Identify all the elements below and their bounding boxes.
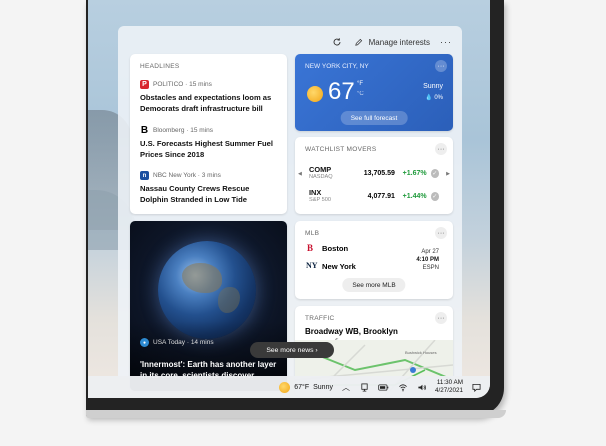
watchlist-symbol-block: INX S&P 500 bbox=[309, 187, 356, 204]
politico-icon: P bbox=[140, 80, 149, 89]
headline-title: Nassau County Crews Rescue Dolphin Stran… bbox=[140, 184, 250, 204]
weather-temperature: 67 bbox=[328, 78, 355, 105]
headline-source-text: Bloomberg · 15 mins bbox=[153, 127, 213, 134]
refresh-icon[interactable] bbox=[331, 36, 343, 48]
watchlist-symbol-block: COMP NASDAQ bbox=[309, 164, 356, 181]
manage-interests-label: Manage interests bbox=[368, 37, 430, 47]
usa-today-icon: ● bbox=[140, 338, 149, 347]
watchlist-card: WATCHLIST MOVERS ··· ◀ ▶ COMP NASDAQ 13,… bbox=[295, 137, 453, 214]
see-more-mlb-button[interactable]: See more MLB bbox=[342, 278, 406, 292]
weather-condition: Sunny bbox=[423, 83, 443, 90]
mlb-more-button[interactable]: ··· bbox=[435, 227, 447, 239]
image-news-card[interactable]: ● USA Today · 14 mins 'Innermost': Earth… bbox=[130, 221, 287, 391]
weather-more-button[interactable]: ··· bbox=[435, 60, 447, 72]
headline-item-3[interactable]: n NBC New York · 3 mins Nassau County Cr… bbox=[140, 171, 279, 205]
red-sox-logo-icon: B bbox=[307, 243, 314, 253]
notification-icon[interactable] bbox=[470, 381, 482, 393]
widgets-topbar: Manage interests ··· bbox=[331, 34, 452, 50]
yankees-logo-icon: NY bbox=[306, 261, 318, 270]
check-icon: ✓ bbox=[430, 168, 440, 178]
watchlist-more-button[interactable]: ··· bbox=[435, 143, 447, 155]
unit-fahrenheit[interactable]: °F bbox=[357, 81, 363, 87]
headlines-card: HEADLINES P POLITICO · 15 mins Obstacles… bbox=[130, 54, 287, 214]
headline-item-1[interactable]: P POLITICO · 15 mins Obstacles and expec… bbox=[140, 80, 279, 114]
watchlist-label: WATCHLIST MOVERS bbox=[305, 146, 377, 153]
see-full-forecast-button[interactable]: See full forecast bbox=[340, 111, 408, 125]
mlb-network: ESPN bbox=[422, 265, 439, 271]
watchlist-prev-arrow[interactable]: ◀ bbox=[298, 171, 302, 177]
battery-icon[interactable] bbox=[378, 381, 390, 393]
headline-source-text: NBC New York · 3 mins bbox=[153, 172, 221, 179]
taskbar-date: 4/27/2021 bbox=[434, 387, 463, 394]
headline-source-text: POLITICO · 15 mins bbox=[153, 81, 212, 88]
see-more-news-button[interactable]: See more news › bbox=[250, 342, 334, 358]
taskbar-temp: 67°F bbox=[294, 383, 310, 391]
watchlist-exchange: NASDAQ bbox=[309, 173, 333, 180]
weather-card[interactable]: NEW YORK CITY, NY ··· 67 °F °C Sunny 💧 0… bbox=[295, 54, 453, 131]
watchlist-exchange: S&P 500 bbox=[309, 196, 331, 203]
device-base bbox=[86, 410, 506, 418]
image-news-source: ● USA Today · 14 mins bbox=[140, 338, 214, 347]
taskbar-weather-widget[interactable]: 67°F Sunny bbox=[279, 381, 333, 393]
pencil-icon bbox=[353, 36, 365, 48]
mlb-game-time: 4:10 PM bbox=[416, 257, 439, 263]
watchlist-change: +1.67% bbox=[402, 169, 427, 177]
traffic-map-label: Bushwick Houses bbox=[405, 350, 437, 355]
headline-source: P POLITICO · 15 mins bbox=[140, 80, 279, 89]
watchlist-symbol: COMP bbox=[309, 164, 332, 174]
sun-icon bbox=[307, 86, 323, 102]
watchlist-row-inx[interactable]: INX S&P 500 4,077.91 +1.44% ✓ bbox=[309, 187, 440, 205]
watchlist-value: 13,705.59 bbox=[363, 169, 395, 177]
watchlist-row-comp[interactable]: COMP NASDAQ 13,705.59 +1.67% ✓ bbox=[309, 164, 440, 182]
headline-item-2[interactable]: B Bloomberg · 15 mins U.S. Forecasts Hig… bbox=[140, 125, 279, 160]
more-options-button[interactable]: ··· bbox=[440, 37, 452, 47]
headline-source: B Bloomberg · 15 mins bbox=[140, 125, 279, 136]
headline-title: U.S. Forecasts Highest Summer Fuel Price… bbox=[140, 139, 273, 159]
mlb-card[interactable]: MLB ··· B Boston NY New York Apr 27 4:10… bbox=[295, 221, 453, 299]
headline-source: n NBC New York · 3 mins bbox=[140, 171, 279, 180]
widgets-panel: Manage interests ··· HEADLINES P POLITIC… bbox=[118, 26, 462, 396]
taskbar-clock[interactable]: 11:30 AM 4/27/2021 bbox=[435, 379, 463, 395]
mlb-team-1: Boston bbox=[322, 244, 349, 253]
watchlist-change: +1.44% bbox=[402, 192, 427, 200]
image-news-source-text: USA Today · 14 mins bbox=[153, 339, 214, 346]
sun-icon bbox=[279, 381, 291, 393]
taskbar-condition: Sunny bbox=[313, 383, 333, 391]
bloomberg-icon: B bbox=[140, 125, 149, 136]
screen: Manage interests ··· HEADLINES P POLITIC… bbox=[88, 0, 490, 398]
unit-celsius[interactable]: °C bbox=[357, 91, 364, 97]
traffic-title: Broadway WB, Brooklyn bbox=[305, 327, 398, 336]
volume-icon[interactable] bbox=[416, 381, 428, 393]
mlb-game-date: Apr 27 bbox=[421, 249, 439, 255]
network-icon[interactable] bbox=[359, 381, 371, 393]
manage-interests-button[interactable]: Manage interests bbox=[353, 36, 430, 48]
traffic-more-button[interactable]: ··· bbox=[435, 312, 447, 324]
taskbar-time: 11:30 AM bbox=[436, 379, 463, 386]
weather-location: NEW YORK CITY, NY bbox=[305, 63, 369, 70]
taskbar: 67°F Sunny ︿ 11:30 AM 4/27/2021 bbox=[88, 376, 490, 398]
nbc-icon: n bbox=[140, 171, 149, 180]
weather-precipitation: 💧 0% bbox=[425, 95, 443, 101]
traffic-label: TRAFFIC bbox=[305, 315, 335, 322]
watchlist-value: 4,077.91 bbox=[367, 192, 395, 200]
headline-title: Obstacles and expectations loom as Democ… bbox=[140, 93, 272, 113]
mlb-label: MLB bbox=[305, 230, 320, 237]
headlines-label: HEADLINES bbox=[140, 63, 180, 70]
watchlist-next-arrow[interactable]: ▶ bbox=[446, 171, 450, 177]
check-icon: ✓ bbox=[430, 191, 440, 201]
mlb-team-2: New York bbox=[322, 262, 356, 271]
watchlist-symbol: INX bbox=[309, 187, 322, 197]
chevron-up-icon[interactable]: ︿ bbox=[340, 381, 352, 393]
wifi-icon[interactable] bbox=[397, 381, 409, 393]
